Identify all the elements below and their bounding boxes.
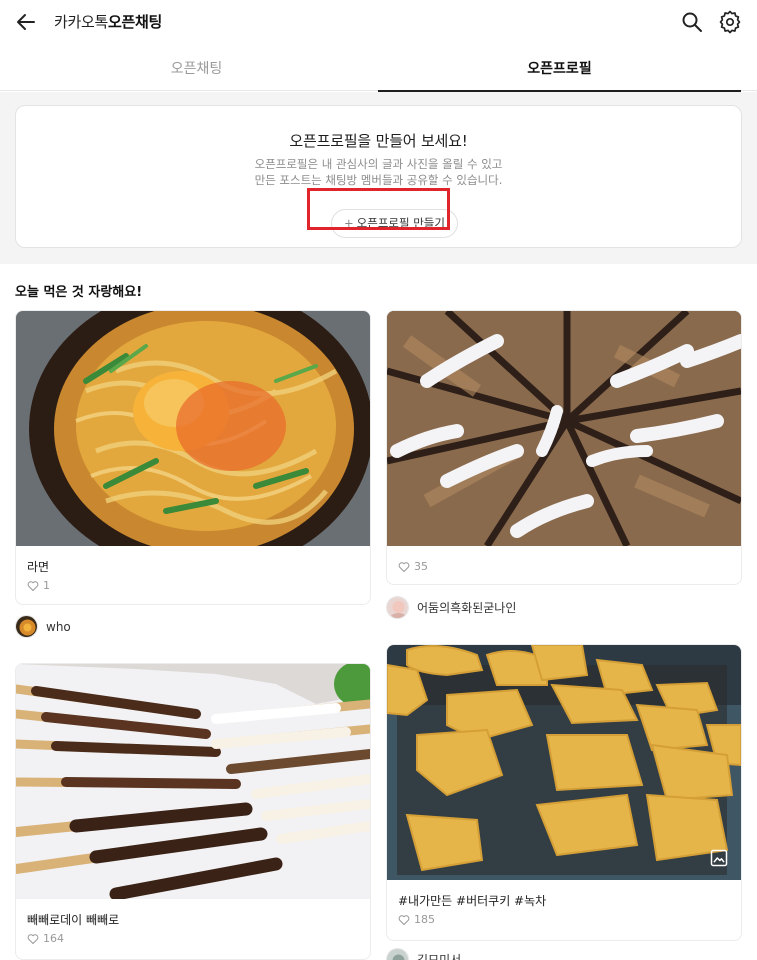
author-name: 김모미서: [417, 953, 462, 960]
arrow-left-icon[interactable]: [14, 10, 38, 34]
cookies-photo: [387, 645, 741, 880]
like-count-value: 164: [43, 932, 64, 945]
post-author[interactable]: 어둠의흑화된굳나인: [386, 596, 516, 619]
promo-section: 오픈프로필을 만들어 보세요! 오픈프로필은 내 관심사의 글과 사진을 올릴 …: [0, 92, 757, 264]
post-author[interactable]: who: [15, 615, 71, 638]
heart-icon: [398, 561, 410, 572]
section-title: 오늘 먹은 것 자랑해요!: [15, 285, 143, 300]
page-title: 카카오톡오픈채팅: [54, 11, 162, 32]
post-caption: #내가만든 #버터쿠키 #녹차: [398, 894, 547, 908]
heart-icon: [27, 580, 39, 591]
avatar: [386, 948, 409, 960]
post-card[interactable]: 35: [386, 310, 742, 585]
like-count[interactable]: 164: [27, 932, 64, 945]
author-name: 어둠의흑화된굳나인: [417, 601, 517, 615]
pastry-photo: [387, 311, 741, 546]
plus-icon: +: [344, 216, 354, 230]
tab-bar: 오픈채팅 오픈프로필: [0, 48, 757, 92]
promo-title: 오픈프로필을 만들어 보세요!: [289, 132, 468, 150]
like-count[interactable]: 185: [398, 913, 435, 926]
post-author[interactable]: 김모미서: [386, 948, 461, 960]
post-card[interactable]: 빼빼로데이 빼빼로 164: [15, 663, 371, 960]
tab-open-profile[interactable]: 오픈프로필: [378, 48, 741, 92]
avatar: [386, 596, 409, 619]
avatar: [15, 615, 38, 638]
promo-card: 오픈프로필을 만들어 보세요! 오픈프로필은 내 관심사의 글과 사진을 올릴 …: [15, 105, 742, 248]
gear-icon[interactable]: [718, 10, 742, 34]
promo-desc-line-1: 오픈프로필은 내 관심사의 글과 사진을 올릴 수 있고: [254, 157, 503, 171]
post-caption: 빼빼로데이 빼빼로: [27, 913, 120, 927]
pepero-photo: [16, 664, 370, 899]
like-count[interactable]: 35: [398, 560, 428, 573]
app-header: 카카오톡오픈채팅: [0, 0, 757, 44]
author-name: who: [46, 619, 71, 634]
create-open-profile-label: 오픈프로필 만들기: [356, 216, 445, 230]
post-card[interactable]: 라면 1: [15, 310, 371, 605]
heart-icon: [398, 914, 410, 925]
brand-label: 카카오톡: [54, 13, 109, 31]
promo-description: 오픈프로필은 내 관심사의 글과 사진을 올릴 수 있고 만든 포스트는 채팅방…: [16, 156, 741, 188]
like-count-value: 185: [414, 913, 435, 926]
tab-open-chat[interactable]: 오픈채팅: [15, 48, 378, 91]
post-caption: 라면: [27, 560, 50, 574]
create-open-profile-button[interactable]: + 오픈프로필 만들기: [331, 209, 458, 238]
like-count-value: 1: [43, 579, 50, 592]
gallery-icon: [710, 849, 728, 867]
search-icon[interactable]: [680, 10, 704, 34]
ramen-photo: [16, 311, 370, 546]
promo-desc-line-2: 만든 포스트는 채팅방 멤버들과 공유할 수 있습니다.: [254, 173, 503, 187]
title-label: 오픈채팅: [108, 13, 163, 31]
like-count[interactable]: 1: [27, 579, 50, 592]
post-card[interactable]: #내가만든 #버터쿠키 #녹차 185: [386, 644, 742, 941]
like-count-value: 35: [414, 560, 428, 573]
heart-icon: [27, 933, 39, 944]
